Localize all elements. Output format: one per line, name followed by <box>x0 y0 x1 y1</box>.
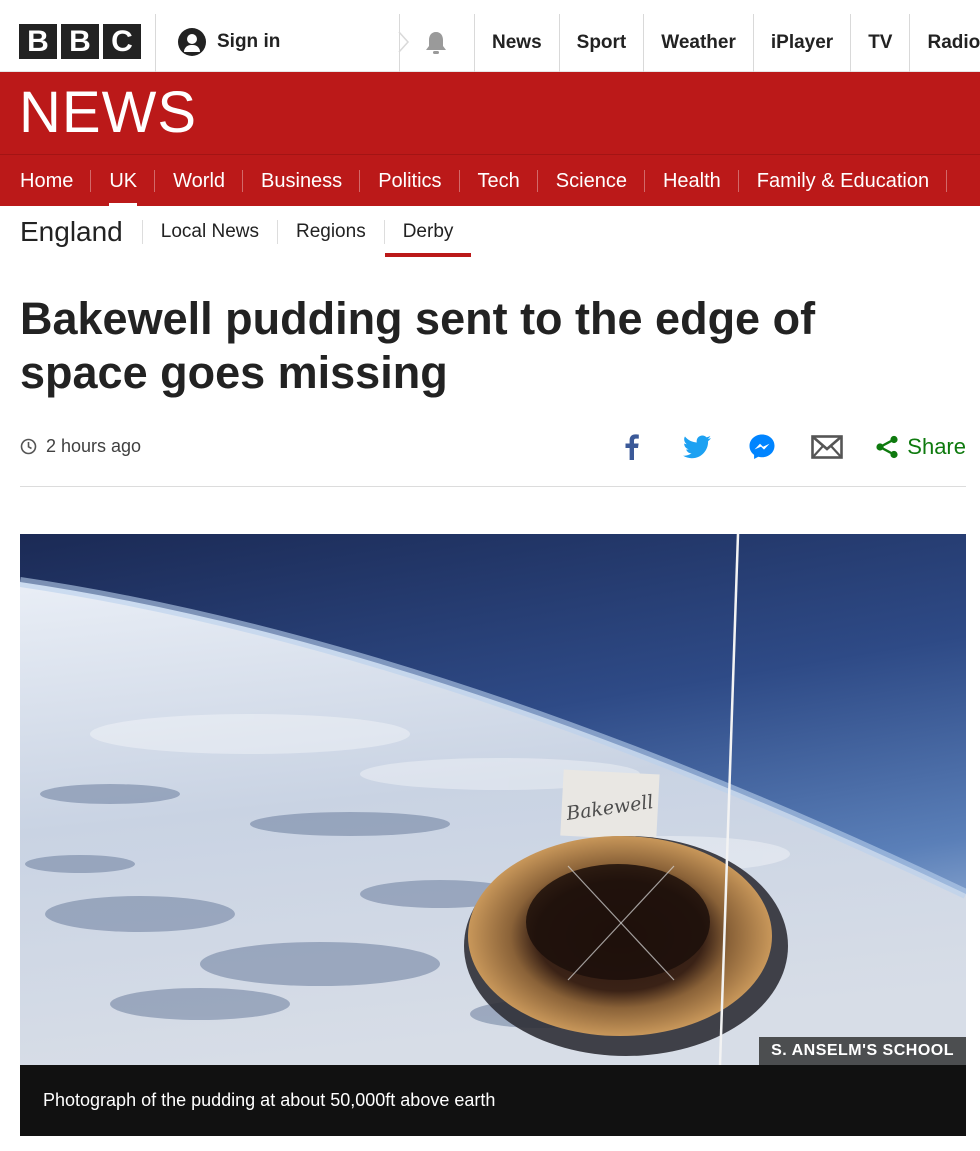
top-nav-radio[interactable]: Radio <box>909 14 980 72</box>
logo-letter: B <box>61 24 99 59</box>
share-tools: Share <box>583 432 966 462</box>
section-nav-home[interactable]: Home <box>0 155 92 206</box>
messenger-icon <box>749 434 775 459</box>
sign-in-label: Sign in <box>217 31 281 52</box>
top-nav: News Sport Weather iPlayer TV Radio <box>474 14 980 72</box>
article-meta: 2 hours ago Share <box>20 432 966 462</box>
email-share-button[interactable] <box>811 432 844 462</box>
section-nav-science[interactable]: Science <box>538 155 646 206</box>
section-nav-world[interactable]: World <box>155 155 243 206</box>
top-nav-tv[interactable]: TV <box>850 14 909 72</box>
section-nav-politics[interactable]: Politics <box>360 155 460 206</box>
section-nav-health[interactable]: Health <box>645 155 739 206</box>
meta-divider <box>20 486 966 487</box>
twitter-share-button[interactable] <box>681 432 713 462</box>
image-caption: Photograph of the pudding at about 50,00… <box>20 1065 966 1136</box>
notifications-bell-icon[interactable] <box>422 29 450 57</box>
twitter-icon <box>683 435 712 459</box>
section-nav-tech[interactable]: Tech <box>460 155 539 206</box>
messenger-share-button[interactable] <box>746 432 778 462</box>
timestamp-text: 2 hours ago <box>46 436 142 456</box>
share-icon <box>876 435 898 459</box>
news-banner: NEWS <box>0 72 980 154</box>
article-headline: Bakewell pudding sent to the edge of spa… <box>20 293 816 398</box>
top-nav-weather[interactable]: Weather <box>643 14 753 72</box>
chevron-right-icon <box>398 31 410 53</box>
news-wordmark[interactable]: NEWS <box>19 82 197 144</box>
image-credit: S. ANSELM'S SCHOOL <box>759 1037 966 1065</box>
logo-letter: B <box>19 24 57 59</box>
sign-in-link[interactable]: Sign in <box>178 28 280 56</box>
clock-icon <box>20 438 37 455</box>
article-figure: Bakewell S. ANSELM'S SCHOOL Photograph o… <box>20 534 966 1136</box>
section-nav-family-education[interactable]: Family & Education <box>739 155 948 206</box>
timestamp: 2 hours ago <box>20 436 141 457</box>
masthead-divider <box>155 14 156 72</box>
top-nav-news[interactable]: News <box>474 14 559 72</box>
share-label: Share <box>907 434 966 459</box>
sub-nav-derby[interactable]: Derby <box>384 206 472 258</box>
sub-nav: England Local News Regions Derby <box>0 206 980 258</box>
share-button[interactable]: Share <box>875 434 966 460</box>
sub-nav-regions[interactable]: Regions <box>278 206 384 258</box>
bbc-masthead: B B C Sign in News Sport Weather iPlayer… <box>0 0 980 72</box>
top-nav-iplayer[interactable]: iPlayer <box>752 14 850 72</box>
email-icon <box>811 435 844 459</box>
account-icon <box>178 28 206 56</box>
section-nav-uk[interactable]: UK <box>91 155 155 206</box>
bbc-logo[interactable]: B B C <box>19 24 141 59</box>
top-nav-sport[interactable]: Sport <box>558 14 644 72</box>
logo-letter: C <box>103 24 141 59</box>
article-photo[interactable]: Bakewell <box>20 534 966 1065</box>
section-nav-business[interactable]: Business <box>243 155 361 206</box>
section-nav: Home UK World Business Politics Tech Sci… <box>0 154 980 206</box>
sub-nav-local-news[interactable]: Local News <box>143 206 277 258</box>
facebook-share-button[interactable] <box>616 432 648 462</box>
pudding-in-space-image: Bakewell <box>20 534 966 1065</box>
facebook-icon <box>625 434 640 460</box>
sub-nav-region-title[interactable]: England <box>0 216 142 248</box>
